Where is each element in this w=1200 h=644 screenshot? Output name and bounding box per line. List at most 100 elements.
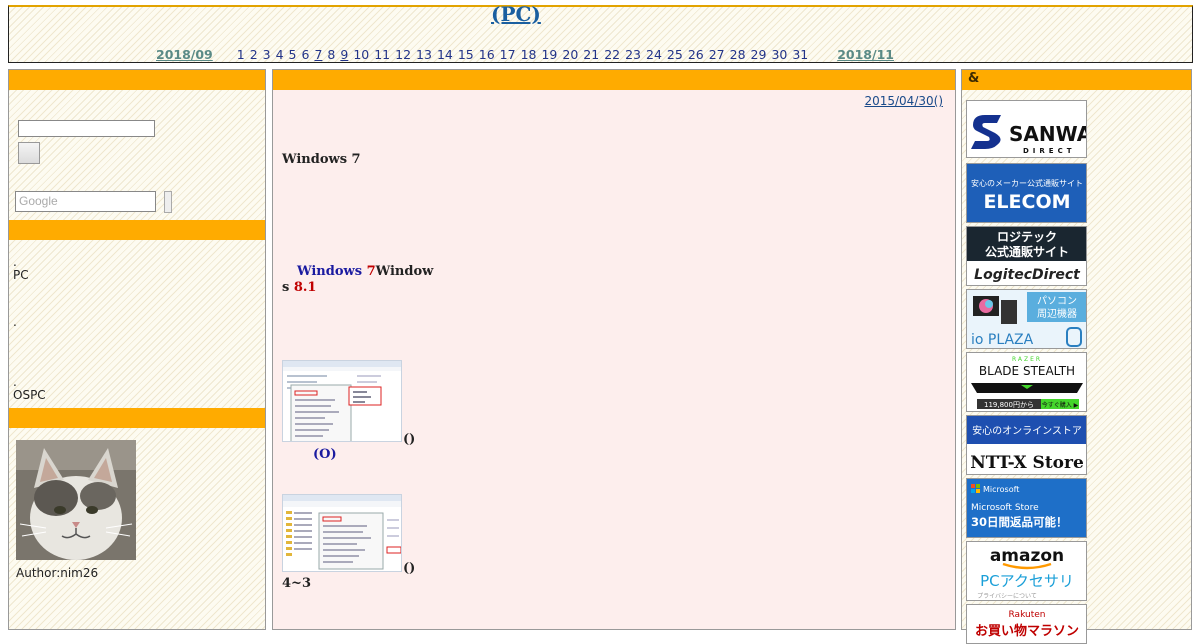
nttx-tagline: 安心のオンラインストア <box>972 424 1082 437</box>
dot-marker: . <box>13 315 17 329</box>
banner-microsoft-store[interactable]: Microsoft Microsoft Store 30日間返品可能！ <box>966 478 1087 538</box>
banner-rakuten[interactable]: Rakuten お買い物マラソン <box>966 604 1087 644</box>
post-line-3: s 8.1 <box>282 280 316 295</box>
caption-1b: (O) <box>313 447 337 462</box>
caption-2: () <box>403 561 416 576</box>
calendar-day: 26 <box>687 47 704 62</box>
screenshot-thumbnail-2[interactable] <box>282 494 402 572</box>
logitec-line2: 公式通販サイト <box>985 244 1069 259</box>
left-bar-2 <box>9 220 265 240</box>
elecom-tagline: 安心のメーカー公式通販サイト <box>971 178 1083 188</box>
calendar-day: 1 <box>236 47 245 62</box>
calendar-day: 29 <box>750 47 767 62</box>
dot-marker: . <box>13 375 17 389</box>
calendar-day: 15 <box>457 47 474 62</box>
text-window: Window <box>375 264 434 279</box>
right-sidebar: & SANWA DIRECT 安心のメーカー公式通販サイト ELECOM ロジテ… <box>961 69 1192 644</box>
calendar-day: 24 <box>646 47 662 62</box>
calendar-day: 31 <box>792 47 809 62</box>
banner-elecom[interactable]: 安心のメーカー公式通販サイト ELECOM <box>966 163 1087 223</box>
banner-ntt-x-store[interactable]: 安心のオンラインストア NTT-X Store <box>966 415 1087 475</box>
razer-buy: 今すぐ購入 ▶ <box>1042 401 1079 409</box>
calendar-day: 5 <box>288 47 297 62</box>
caption-1: () <box>403 432 416 447</box>
post-line-2: Windows 7Window <box>297 264 433 279</box>
banner-logitec-direct[interactable]: ロジテック 公式通販サイト LogitecDirect <box>966 226 1087 286</box>
author-avatar <box>16 440 136 560</box>
razer-product: BLADE STEALTH <box>979 364 1075 378</box>
dot-marker: . <box>13 255 17 269</box>
caption-2b: 4~3 <box>282 576 311 591</box>
calendar-day[interactable]: 9 <box>340 47 348 62</box>
banner-razer-blade[interactable]: RAZER BLADE STEALTH 119,800円から 今すぐ購入 ▶ <box>966 352 1087 412</box>
blog-search-button[interactable] <box>18 142 40 164</box>
blog-header: (PC) 2018/09 1 2 3 4 5 6 7 8 9 10 11 12 13 14 15 16 17 18… <box>8 2 1193 63</box>
calendar-day: 13 <box>416 47 432 62</box>
screenshot-thumbnail-1[interactable] <box>282 360 402 442</box>
left-bar-1 <box>9 70 265 90</box>
calendar-day: 30 <box>771 47 788 62</box>
banner-sanwa-direct[interactable]: SANWA DIRECT <box>966 100 1087 158</box>
calendar-prev-month[interactable]: 2018/09 <box>156 47 213 62</box>
calendar-day: 16 <box>478 47 495 62</box>
calendar-day: 28 <box>729 47 746 62</box>
blog-title-link[interactable]: (PC) <box>491 2 541 26</box>
calendar-day: 22 <box>604 47 621 62</box>
banner-io-plaza[interactable]: パソコン 周辺機器 io PLAZA <box>966 289 1087 349</box>
calendar-day: 12 <box>395 47 412 62</box>
main-content: 2015/04/30() Windows 7 Windows 7Window s… <box>272 69 956 630</box>
ioplaza-line2: 周辺機器 <box>1037 307 1077 320</box>
calendar-day: 27 <box>708 47 725 62</box>
post-date-link[interactable]: 2015/04/30() <box>864 94 943 108</box>
ms-brand: Microsoft <box>983 485 1019 494</box>
rakuten-brand: Rakuten <box>1009 610 1046 620</box>
author-name: Author:nim26 <box>16 566 99 580</box>
banner-amazon-pc-accessories[interactable]: amazon PCアクセサリ プライバシーについて <box>966 541 1087 601</box>
sanwa-sub: DIRECT <box>1023 147 1076 155</box>
razer-brand: RAZER <box>1012 356 1042 363</box>
calendar-day: 4 <box>275 47 284 62</box>
calendar-day: 6 <box>301 47 310 62</box>
left-link-pc[interactable]: PC <box>13 268 29 282</box>
google-search-input[interactable]: Google <box>15 191 156 212</box>
center-bar <box>273 70 955 90</box>
calendar-day: 3 <box>262 47 271 62</box>
google-search-button[interactable] <box>164 191 172 213</box>
logitec-logo: LogitecDirect <box>974 267 1081 283</box>
calendar-day[interactable]: 7 <box>314 47 322 62</box>
left-link-ospc[interactable]: OSPC <box>13 388 46 402</box>
sanwa-text: SANWA <box>1009 122 1087 146</box>
right-bar: & <box>962 70 1191 90</box>
amazon-pc: PCアクセサリ <box>980 572 1074 590</box>
calendar-day: 8 <box>327 47 336 62</box>
elecom-logo: ELECOM <box>983 191 1070 213</box>
calendar-nav: 2018/09 1 2 3 4 5 6 7 8 9 10 11 12 13 14 15 16 17 18 19 20 2… <box>156 47 894 62</box>
ms-store: Microsoft Store <box>971 503 1039 513</box>
blog-search-input[interactable] <box>18 120 155 137</box>
calendar-day: 2 <box>249 47 258 62</box>
ioplaza-logo: io PLAZA <box>971 332 1034 348</box>
calendar-day: 11 <box>374 47 391 62</box>
calendar-day: 25 <box>666 47 683 62</box>
ms-return: 30日間返品可能！ <box>971 515 1068 529</box>
right-bar-title: & <box>968 71 980 86</box>
ioplaza-line1: パソコン <box>1037 295 1077 307</box>
calendar-day: 17 <box>499 47 516 62</box>
rakuten-marathon: お買い物マラソン <box>975 623 1079 639</box>
left-bar-3 <box>9 408 265 428</box>
calendar-day: 19 <box>541 47 558 62</box>
text-81: 8.1 <box>293 280 317 295</box>
calendar-next-month[interactable]: 2018/11 <box>837 47 894 62</box>
post-heading: Windows 7 <box>282 152 361 167</box>
calendar-day: 21 <box>583 47 600 62</box>
logitec-line1: ロジテック <box>997 230 1057 244</box>
calendar-day: 23 <box>625 47 641 62</box>
text-s: s <box>282 280 294 295</box>
amazon-privacy: プライバシーについて <box>977 593 1037 600</box>
amazon-logo: amazon <box>990 546 1064 566</box>
nttx-logo: NTT-X Store <box>970 453 1084 473</box>
calendar-day: 18 <box>520 47 537 62</box>
text-windows: Windows <box>297 264 367 279</box>
left-sidebar: Google . PC . . OSPC Author:nim26 <box>8 69 266 630</box>
text-7: 7 <box>366 264 376 279</box>
